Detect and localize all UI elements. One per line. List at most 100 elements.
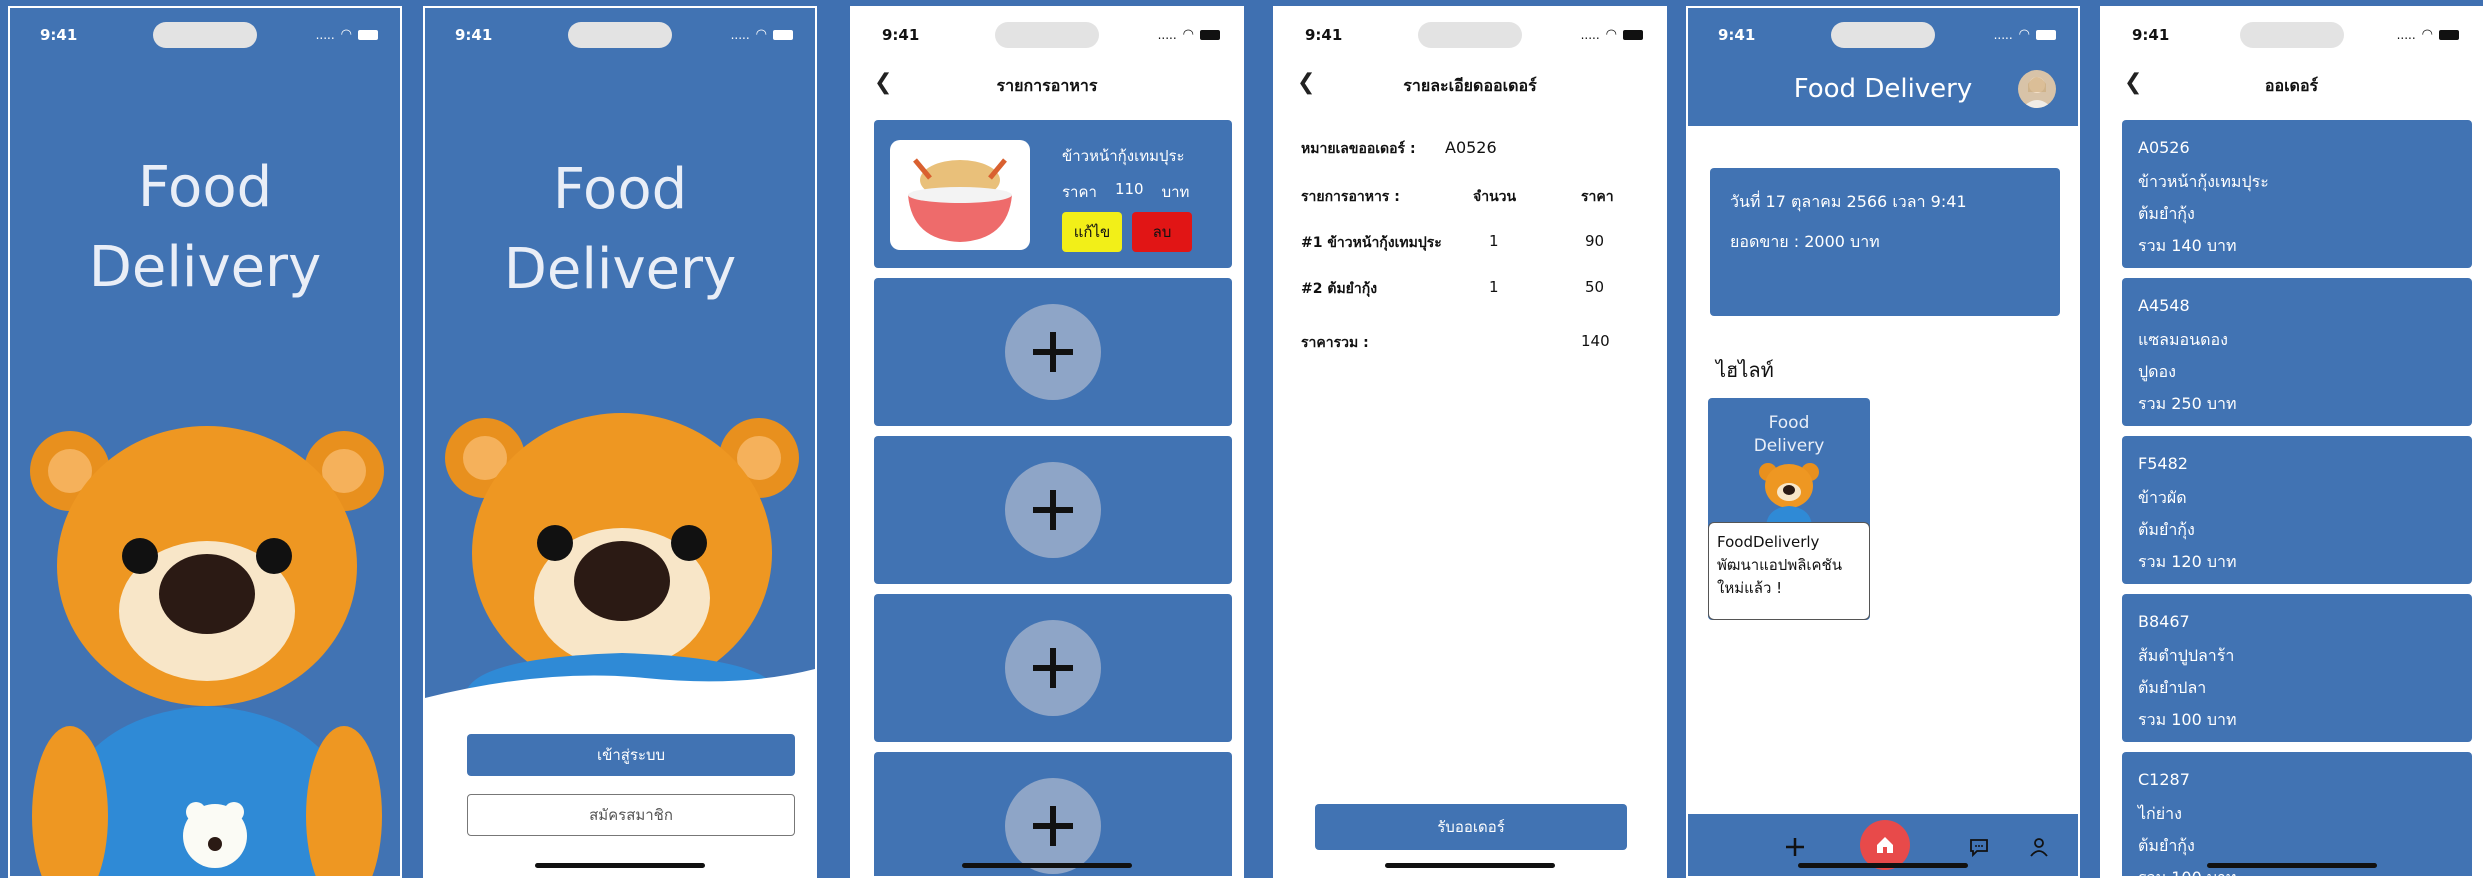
- dynamic-island: [995, 22, 1099, 48]
- order-total: รวม 140 บาท: [2138, 236, 2237, 255]
- app-title: Food Delivery: [10, 148, 400, 308]
- food-image: [890, 140, 1030, 250]
- status-icons: ..... ◠: [1994, 27, 2056, 42]
- signal-icon: .....: [315, 27, 335, 42]
- order-id: F5482: [2138, 454, 2188, 473]
- order-line-name: #1 ข้าวหน้ากุ้งเทมปุระ: [1301, 235, 1442, 251]
- status-bar: 9:41 ..... ◠: [1275, 8, 1665, 52]
- summary-card: วันที่ 17 ตุลาคม 2566 เวลา 9:41 ยอดขาย :…: [1710, 168, 2060, 316]
- header: ❮ รายละเอียดออเดอร์: [1275, 64, 1665, 104]
- plus-icon: [1005, 620, 1101, 716]
- highlight-card-title-line1: Food: [1768, 413, 1810, 433]
- items-label: รายการอาหาร :: [1301, 189, 1400, 205]
- order-total: รวม 100 บาท: [2138, 710, 2237, 729]
- app-title-line2: Delivery: [88, 235, 322, 300]
- status-time: 9:41: [40, 26, 78, 44]
- battery-icon: [773, 29, 793, 40]
- order-line-name: #2 ต้มยำกุ้ง: [1301, 281, 1378, 297]
- wifi-icon: ◠: [340, 27, 352, 42]
- register-button[interactable]: สมัครสมาชิก: [467, 794, 795, 836]
- add-item-card[interactable]: [874, 436, 1232, 584]
- order-number-label: หมายเลขออเดอร์ :: [1301, 141, 1416, 157]
- accept-order-button[interactable]: รับออเดอร์: [1315, 804, 1627, 850]
- order-item: แซลมอนดอง: [2138, 330, 2228, 349]
- order-total: รวม 120 บาท: [2138, 552, 2237, 571]
- dynamic-island: [1418, 22, 1522, 48]
- battery-icon: [2036, 29, 2056, 40]
- order-card[interactable]: F5482 ข้าวผัด ต้มยำกุ้ง รวม 120 บาท: [2122, 436, 2472, 584]
- menu-list-screen: 9:41 ..... ◠ ❮ รายการอาหาร ข้าวหน้ากุ้งเ…: [850, 6, 1244, 878]
- status-bar: 9:41 ..... ◠: [1688, 8, 2078, 52]
- sales-text: ยอดขาย : 2000 บาท: [1730, 232, 1880, 251]
- avatar[interactable]: [2018, 70, 2056, 108]
- order-item: ไก่ย่าง: [2138, 804, 2182, 823]
- highlight-card-title: Food Delivery: [1708, 412, 1870, 458]
- order-detail-screen: 9:41 ..... ◠ ❮ รายละเอียดออเดอร์ หมายเลข…: [1273, 6, 1667, 878]
- order-item: ส้มตำปูปลาร้า: [2138, 646, 2235, 665]
- status-time: 9:41: [1718, 26, 1756, 44]
- add-item-card[interactable]: [874, 594, 1232, 742]
- wifi-icon: ◠: [2018, 27, 2030, 42]
- page-title: รายการอาหาร: [996, 76, 1098, 95]
- app-title-line1: Food: [137, 155, 273, 220]
- home-screen: 9:41 ..... ◠ Food Delivery วันที่ 17 ตุล…: [1686, 6, 2080, 878]
- battery-icon: [1623, 29, 1643, 40]
- page-title: รายละเอียดออเดอร์: [1403, 76, 1537, 95]
- add-item-card[interactable]: [874, 752, 1232, 876]
- signal-icon: .....: [730, 27, 750, 42]
- order-line-qty: 1: [1489, 278, 1499, 296]
- home-indicator: [535, 863, 705, 868]
- order-id: A4548: [2138, 296, 2190, 315]
- wifi-icon: ◠: [755, 27, 767, 42]
- order-id: A0526: [2138, 138, 2190, 157]
- order-card[interactable]: C1287 ไก่ย่าง ต้มยำกุ้ง รวม 100 บาท: [2122, 752, 2472, 876]
- plus-icon: [1005, 462, 1101, 558]
- order-item: ข้าวหน้ากุ้งเทมปุระ: [2138, 172, 2269, 191]
- status-bar: 9:41 ..... ◠: [10, 8, 400, 52]
- header: ❮ รายการอาหาร: [852, 64, 1242, 104]
- tab-add[interactable]: [1780, 832, 1810, 862]
- qty-header: จำนวน: [1473, 189, 1517, 205]
- tab-chat[interactable]: [1964, 832, 1994, 862]
- battery-icon: [358, 29, 378, 40]
- price-label: ราคา: [1062, 183, 1097, 201]
- bear-mascot-illustration: [1759, 463, 1819, 528]
- order-line-qty: 1: [1489, 232, 1499, 250]
- order-item: ข้าวผัด: [2138, 488, 2187, 507]
- order-total: รวม 250 บาท: [2138, 394, 2237, 413]
- status-time: 9:41: [1305, 26, 1343, 44]
- date-text: วันที่ 17 ตุลาคม 2566 เวลา 9:41: [1730, 192, 1967, 211]
- status-bar: 9:41 ..... ◠: [2102, 8, 2481, 52]
- order-item: ต้มยำปลา: [2138, 678, 2207, 697]
- wifi-icon: ◠: [1605, 27, 1617, 42]
- edit-button[interactable]: แก้ไข: [1062, 212, 1122, 252]
- order-card[interactable]: B8467 ส้มตำปูปลาร้า ต้มยำปลา รวม 100 บาท: [2122, 594, 2472, 742]
- status-icons: ..... ◠: [1581, 27, 1643, 42]
- header: ❮ ออเดอร์: [2102, 64, 2481, 104]
- dynamic-island: [2239, 22, 2344, 48]
- delete-button[interactable]: ลบ: [1132, 212, 1192, 252]
- add-item-card[interactable]: [874, 278, 1232, 426]
- highlight-heading: ไฮไลท์: [1716, 358, 1774, 382]
- app-title: Food Delivery: [425, 150, 815, 310]
- order-number-value: A0526: [1445, 138, 1497, 157]
- total-value: 140: [1581, 332, 1610, 350]
- highlight-card[interactable]: Food Delivery FoodDeliverly พัฒนาแอปพลิเ…: [1708, 398, 1870, 620]
- dynamic-island: [568, 22, 672, 48]
- highlight-card-title-line2: Delivery: [1753, 436, 1825, 456]
- order-id: C1287: [2138, 770, 2190, 789]
- login-screen: 9:41 ..... ◠ Food Delivery เข้าสู่ระบบ ส…: [423, 6, 817, 878]
- plus-icon: [1005, 304, 1101, 400]
- order-card[interactable]: A4548 แซลมอนดอง ปูดอง รวม 250 บาท: [2122, 278, 2472, 426]
- signal-icon: .....: [2396, 27, 2416, 42]
- status-time: 9:41: [882, 26, 920, 44]
- tab-profile[interactable]: [2024, 832, 2054, 862]
- order-item: ปูดอง: [2138, 362, 2176, 381]
- login-button[interactable]: เข้าสู่ระบบ: [467, 734, 795, 776]
- order-card[interactable]: A0526 ข้าวหน้ากุ้งเทมปุระ ต้มยำกุ้ง รวม …: [2122, 120, 2472, 268]
- signal-icon: .....: [1157, 27, 1177, 42]
- tempura-bowl-icon: [908, 158, 1012, 242]
- page-title: ออเดอร์: [2264, 76, 2319, 95]
- battery-icon: [2439, 29, 2459, 40]
- status-icons: ..... ◠: [731, 27, 793, 42]
